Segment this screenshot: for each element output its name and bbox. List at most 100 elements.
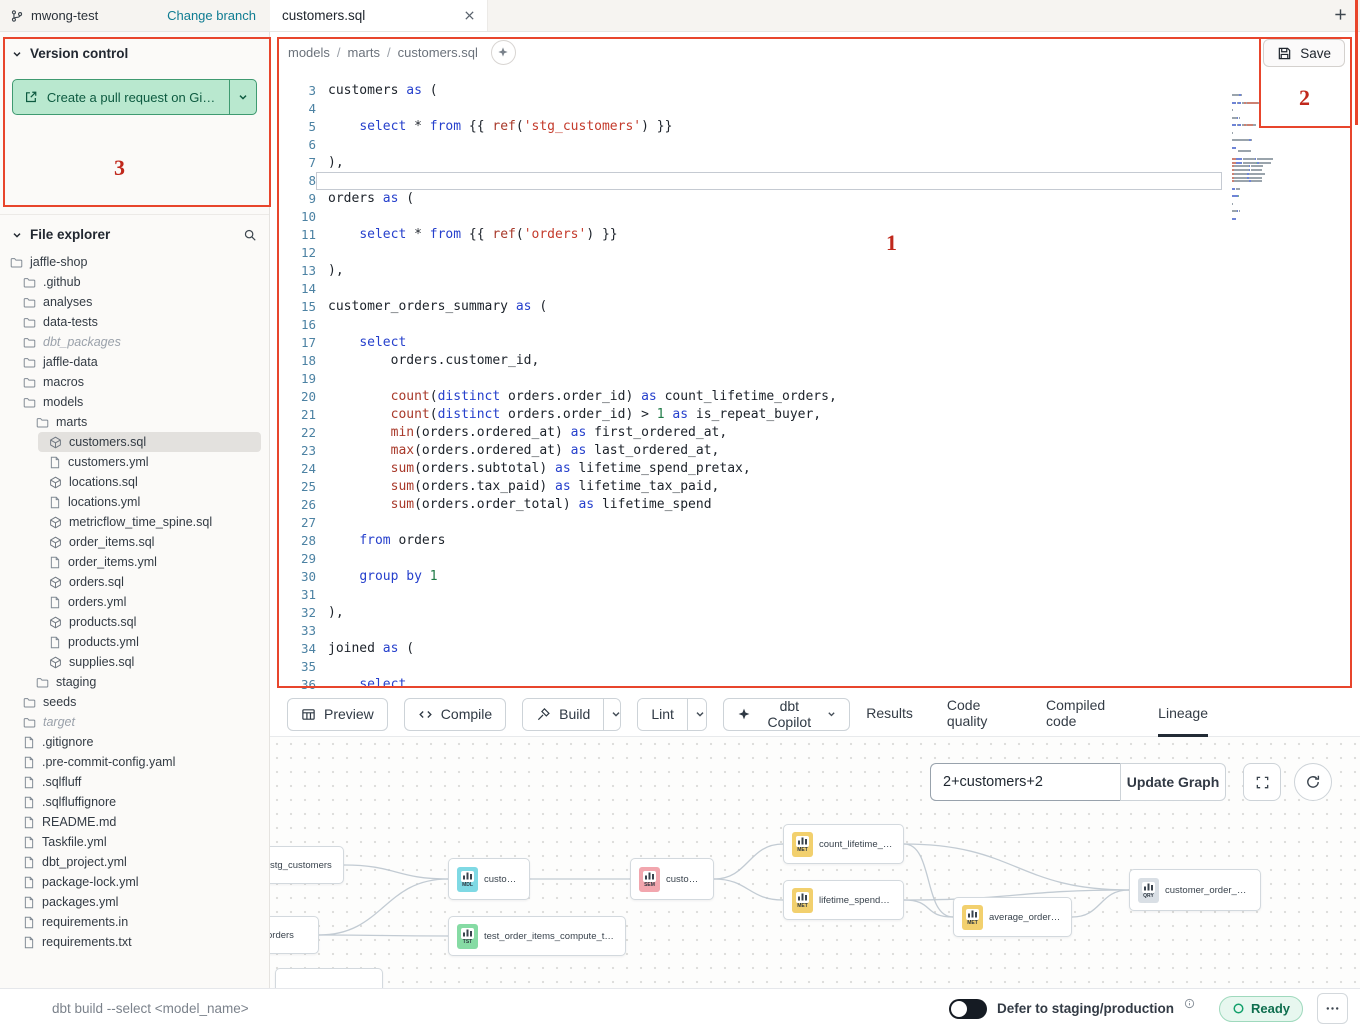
tab-compiled-code[interactable]: Compiled code <box>1046 692 1124 737</box>
tree-item-order_items.sql[interactable]: order_items.sql <box>0 532 269 552</box>
tree-item-metricflow_time_spine.sql[interactable]: metricflow_time_spine.sql <box>0 512 269 532</box>
tree-item-staging[interactable]: staging <box>0 672 269 692</box>
lineage-node-stg_customers[interactable]: MDLstg_customers <box>270 846 344 884</box>
lineage-selector-input[interactable] <box>930 763 1120 801</box>
close-tab-icon[interactable] <box>464 10 475 21</box>
lineage-node-customers_mdl[interactable]: MDLcustomers <box>448 858 530 900</box>
tree-item-orders.sql[interactable]: orders.sql <box>0 572 269 592</box>
refresh-button[interactable] <box>1294 763 1332 801</box>
file-explorer-header[interactable]: File explorer <box>0 227 269 242</box>
code-line-6[interactable]: 6 <box>270 136 1360 154</box>
code-line-30[interactable]: 30 group by 1 <box>270 568 1360 586</box>
code-line-13[interactable]: 13), <box>270 262 1360 280</box>
create-pr-button[interactable]: Create a pull request on Git… <box>13 80 229 114</box>
code-line-11[interactable]: 11 select * from {{ ref('orders') }} <box>270 226 1360 244</box>
code-line-10[interactable]: 10 <box>270 208 1360 226</box>
code-editor[interactable]: 3customers as (45 select * from {{ ref('… <box>270 72 1360 692</box>
preview-button[interactable]: Preview <box>287 698 388 731</box>
lineage-node-average_order_value[interactable]: METaverage_order_value <box>953 897 1072 937</box>
tree-item-locations.sql[interactable]: locations.sql <box>0 472 269 492</box>
tree-item-.gitignore[interactable]: .gitignore <box>0 732 269 752</box>
code-line-34[interactable]: 34joined as ( <box>270 640 1360 658</box>
code-line-4[interactable]: 4 <box>270 100 1360 118</box>
code-line-14[interactable]: 14 <box>270 280 1360 298</box>
tree-item-order_items.yml[interactable]: order_items.yml <box>0 552 269 572</box>
minimap[interactable] <box>1232 94 1316 222</box>
tree-item-requirements.in[interactable]: requirements.in <box>0 912 269 932</box>
lineage-node-customers_sem[interactable]: SEMcustomers <box>630 858 714 900</box>
code-line-23[interactable]: 23 max(orders.ordered_at) as last_ordere… <box>270 442 1360 460</box>
breadcrumb-file[interactable]: customers.sql <box>398 45 478 60</box>
build-button[interactable]: Build <box>523 699 603 730</box>
tree-item-models[interactable]: models <box>0 392 269 412</box>
code-line-33[interactable]: 33 <box>270 622 1360 640</box>
status-badge[interactable]: Ready <box>1219 996 1303 1022</box>
save-button[interactable]: Save <box>1263 39 1345 67</box>
tab-customers-sql[interactable]: customers.sql <box>270 0 488 31</box>
code-line-17[interactable]: 17 select <box>270 334 1360 352</box>
lineage-node-count_lifetime_orders[interactable]: METcount_lifetime_orders <box>783 824 904 864</box>
tree-item-supplies.sql[interactable]: supplies.sql <box>0 652 269 672</box>
code-line-5[interactable]: 5 select * from {{ ref('stg_customers') … <box>270 118 1360 136</box>
tree-item-dbt_packages[interactable]: dbt_packages <box>0 332 269 352</box>
tree-item-jaffle-data[interactable]: jaffle-data <box>0 352 269 372</box>
code-line-7[interactable]: 7), <box>270 154 1360 172</box>
tree-item-customers.sql[interactable]: customers.sql <box>38 432 261 452</box>
tree-item-README.md[interactable]: README.md <box>0 812 269 832</box>
tree-item-requirements.txt[interactable]: requirements.txt <box>0 932 269 952</box>
tree-item-packages.yml[interactable]: packages.yml <box>0 892 269 912</box>
defer-toggle[interactable] <box>949 999 987 1019</box>
update-graph-button[interactable]: Update Graph <box>1120 763 1226 801</box>
code-line-16[interactable]: 16 <box>270 316 1360 334</box>
tree-item-.pre-commit-config.yaml[interactable]: .pre-commit-config.yaml <box>0 752 269 772</box>
tree-item-seeds[interactable]: seeds <box>0 692 269 712</box>
tree-item-macros[interactable]: macros <box>0 372 269 392</box>
code-line-19[interactable]: 19 <box>270 370 1360 388</box>
tree-item-analyses[interactable]: analyses <box>0 292 269 312</box>
tree-item-data-tests[interactable]: data-tests <box>0 312 269 332</box>
lineage-node-lifetime_spend_pretax[interactable]: METlifetime_spend_pretax <box>783 880 904 920</box>
code-line-25[interactable]: 25 sum(orders.tax_paid) as lifetime_tax_… <box>270 478 1360 496</box>
lineage-node-orders[interactable]: MDLorders <box>270 916 319 954</box>
dbt-copilot-button[interactable]: dbt Copilot <box>723 698 850 731</box>
lineage-node-partial_node[interactable] <box>275 968 383 988</box>
more-options-button[interactable] <box>1317 993 1348 1024</box>
build-dropdown[interactable] <box>603 699 621 730</box>
tree-item-orders.yml[interactable]: orders.yml <box>0 592 269 612</box>
code-line-31[interactable]: 31 <box>270 586 1360 604</box>
code-line-18[interactable]: 18 orders.customer_id, <box>270 352 1360 370</box>
compile-button[interactable]: Compile <box>404 698 506 731</box>
tree-item-products.yml[interactable]: products.yml <box>0 632 269 652</box>
tree-item-.sqlfluff[interactable]: .sqlfluff <box>0 772 269 792</box>
tree-item-products.sql[interactable]: products.sql <box>0 612 269 632</box>
code-line-29[interactable]: 29 <box>270 550 1360 568</box>
code-line-20[interactable]: 20 count(distinct orders.order_id) as co… <box>270 388 1360 406</box>
code-line-26[interactable]: 26 sum(orders.order_total) as lifetime_s… <box>270 496 1360 514</box>
tree-item-.sqlfluffignore[interactable]: .sqlfluffignore <box>0 792 269 812</box>
code-line-35[interactable]: 35 <box>270 658 1360 676</box>
tab-code-quality[interactable]: Code quality <box>947 692 1012 737</box>
lint-dropdown[interactable] <box>687 699 707 730</box>
code-line-21[interactable]: 21 count(distinct orders.order_id) > 1 a… <box>270 406 1360 424</box>
change-branch-link[interactable]: Change branch <box>167 8 256 23</box>
tree-item-target[interactable]: target <box>0 712 269 732</box>
lineage-node-test_bools[interactable]: TSTtest_order_items_compute_to_bools... <box>448 916 626 956</box>
new-tab-button[interactable] <box>1333 7 1348 25</box>
code-line-27[interactable]: 27 <box>270 514 1360 532</box>
copilot-circle-button[interactable] <box>491 40 516 65</box>
create-pr-dropdown[interactable] <box>229 80 256 114</box>
tab-results[interactable]: Results <box>866 692 913 737</box>
code-line-15[interactable]: 15customer_orders_summary as ( <box>270 298 1360 316</box>
lineage-node-customer_order_metrics[interactable]: QRYcustomer_order_metrics <box>1129 869 1261 911</box>
tree-item-Taskfile.yml[interactable]: Taskfile.yml <box>0 832 269 852</box>
info-icon[interactable] <box>1184 998 1195 1009</box>
breadcrumb-marts[interactable]: marts <box>348 45 381 60</box>
code-line-12[interactable]: 12 <box>270 244 1360 262</box>
tree-item-.github[interactable]: .github <box>0 272 269 292</box>
code-line-9[interactable]: 9orders as ( <box>270 190 1360 208</box>
tree-item-package-lock.yml[interactable]: package-lock.yml <box>0 872 269 892</box>
tree-item-locations.yml[interactable]: locations.yml <box>0 492 269 512</box>
code-line-24[interactable]: 24 sum(orders.subtotal) as lifetime_spen… <box>270 460 1360 478</box>
code-line-22[interactable]: 22 min(orders.ordered_at) as first_order… <box>270 424 1360 442</box>
code-line-3[interactable]: 3customers as ( <box>270 82 1360 100</box>
